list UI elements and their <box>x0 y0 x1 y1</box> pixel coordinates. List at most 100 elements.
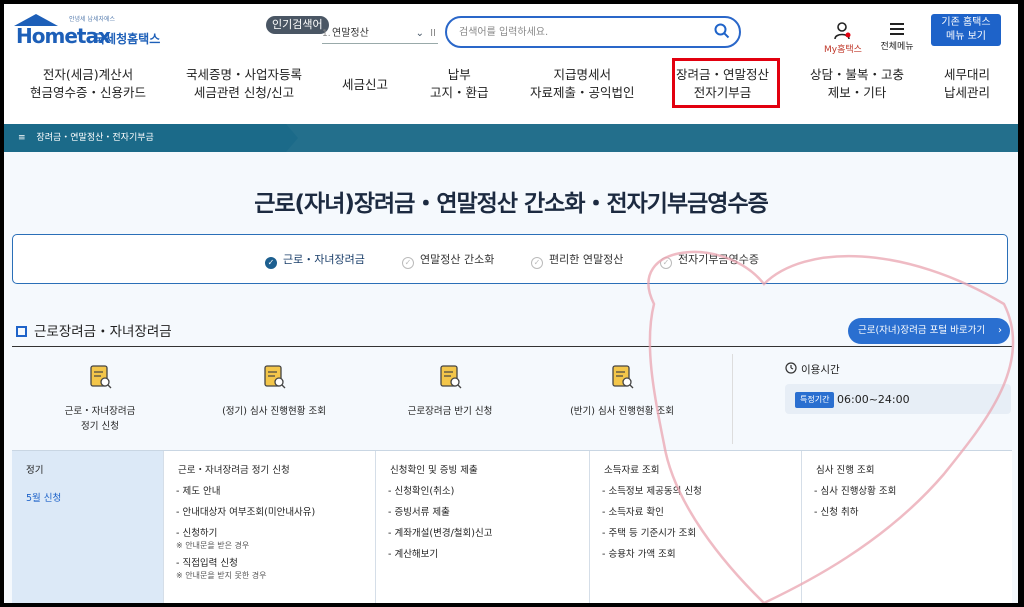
page-title: 근로(자녀)장려금・연말정산 간소화・전자기부금영수증 <box>254 191 769 217</box>
clock-icon <box>785 362 797 374</box>
menu-link[interactable]: - 신청 취하 <box>814 502 1012 523</box>
hometax-logo[interactable]: 안녕세 납세자에스 Hometax 국세청홈택스 <box>14 14 164 50</box>
service-half-status[interactable]: (반기) 심사 진행현황 조회 <box>552 364 692 419</box>
portal-shortcut-button[interactable]: 근로(자녀)장려금 포털 바로가기 › <box>848 318 1010 344</box>
nav-label: 국세증명・사업자등록 <box>186 67 303 82</box>
menu-link[interactable]: - 안내대상자 여부조회(미안내사유) <box>176 502 375 523</box>
menu-link[interactable]: - 소득자료 확인 <box>602 502 801 523</box>
nav-item-certificate[interactable]: 국세증명・사업자등록 세금관련 신청/신고 <box>186 66 302 102</box>
usage-badge: 특정기간 <box>795 392 835 408</box>
nav-label: 납부 <box>447 67 471 82</box>
menu-link[interactable]: - 제도 안내 <box>176 481 375 502</box>
breadcrumb-arrow <box>286 124 298 152</box>
old-hometax-line2: 메뉴 보기 <box>946 31 986 42</box>
old-hometax-line1: 기존 홈택스 <box>941 17 991 28</box>
document-search-icon <box>90 365 112 389</box>
apply-column: 근로・자녀장려금 정기 신청 - 제도 안내 - 안내대상자 여부조회(미안내사… <box>164 451 376 603</box>
service-label: 정기 신청 <box>81 421 119 432</box>
user-icon <box>834 22 851 40</box>
service-regular-status[interactable]: (정기) 심사 진행현황 조회 <box>204 364 344 419</box>
search-icon[interactable] <box>714 23 730 39</box>
tab-label: 연말정산 간소화 <box>420 253 495 266</box>
browser-page: 안녕세 납세자에스 Hometax 국세청홈택스 인기검색어 1. 연말정산 ⌄… <box>4 4 1018 603</box>
nav-label: 상담・불복・고충 <box>810 67 905 82</box>
logo-slogan: 안녕세 납세자에스 <box>69 16 116 23</box>
section-title: 근로장려금・자녀장려금 <box>16 320 172 340</box>
menu-link[interactable]: - 직접입력 신청 ※ 안내문을 받지 못한 경우 <box>176 553 375 581</box>
income-head: 소득자료 조회 <box>604 465 660 476</box>
tab-donation-receipt[interactable]: ✓ 전자기부금영수증 <box>660 251 759 269</box>
menu-link[interactable]: - 증빙서류 제출 <box>388 502 589 523</box>
service-half-apply[interactable]: 근로장려금 반기 신청 <box>380 364 520 419</box>
usage-time-label: 이용시간 <box>801 364 840 376</box>
chevron-down-icon[interactable]: ⌄ <box>416 24 424 44</box>
check-icon: ✓ <box>402 257 414 269</box>
menu-note: ※ 안내문을 받지 못한 경우 <box>176 571 267 580</box>
tab-bar: ✓ 근로・자녀장려금 ✓ 연말정산 간소화 ✓ 편리한 연말정산 ✓ 전자기부금영수증 <box>12 234 1008 284</box>
menu-link[interactable]: - 계산해보기 <box>388 544 589 565</box>
popular-value: 연말정산 <box>332 28 369 39</box>
sub-bar: ≡ 장려금・연말정산・전자기부금 <box>4 124 1018 152</box>
tab-label: 전자기부금영수증 <box>678 253 759 266</box>
usage-time-value: 06:00~24:00 <box>837 393 910 406</box>
all-menu-button[interactable]: 전체메뉴 <box>872 22 922 56</box>
chevron-right-icon: › <box>998 325 1002 336</box>
nav-label: 현금영수증・신용카드 <box>30 85 147 100</box>
tab-incentive[interactable]: ✓ 근로・자녀장려금 <box>265 251 365 269</box>
menu-link[interactable]: - 소득정보 제공동의 신청 <box>602 481 801 502</box>
breadcrumb[interactable]: ≡ 장려금・연말정산・전자기부금 <box>4 124 286 152</box>
menu-icon: ≡ <box>18 133 26 143</box>
confirm-head: 신청확인 및 증빙 제출 <box>390 465 478 476</box>
nav-item-tax-agent[interactable]: 세무대리 납세관리 <box>944 66 990 102</box>
square-bullet-icon <box>16 326 27 337</box>
nav-label: 세금관련 신청/신고 <box>193 85 295 100</box>
period-sub[interactable]: 5월 신청 <box>12 489 163 509</box>
menu-link-label: - 신청하기 <box>176 528 218 539</box>
section-divider <box>12 346 1012 347</box>
menu-link[interactable]: - 승용차 가액 조회 <box>602 544 801 565</box>
nav-label: 납세관리 <box>944 85 991 100</box>
service-regular-apply[interactable]: 근로・자녀장려금 정기 신청 <box>30 364 170 434</box>
service-menu-table: 정기 5월 신청 근로・자녀장려금 정기 신청 - 제도 안내 - 안내대상자 … <box>12 450 1012 603</box>
myhome-label: My홈택스 <box>824 45 862 55</box>
nav-label: 전자(세금)계산서 <box>42 67 134 82</box>
tab-label: 근로・자녀장려금 <box>283 253 365 266</box>
menu-link[interactable]: - 주택 등 기준시가 조회 <box>602 523 801 544</box>
old-hometax-button[interactable]: 기존 홈택스 메뉴 보기 <box>931 14 1001 46</box>
income-column: 소득자료 조회 - 소득정보 제공동의 신청 - 소득자료 확인 - 주택 등 … <box>590 451 802 603</box>
nav-item-payment[interactable]: 납부 고지・환급 <box>430 66 489 102</box>
menu-link[interactable]: - 계좌개설(변경/철회)신고 <box>388 523 589 544</box>
period-head: 정기 <box>26 465 44 476</box>
apply-head: 근로・자녀장려금 정기 신청 <box>178 465 290 476</box>
search-input[interactable] <box>459 23 699 41</box>
nav-item-e-invoice[interactable]: 전자(세금)계산서 현금영수증・신용카드 <box>30 66 146 102</box>
section-title-text: 근로장려금・자녀장려금 <box>34 324 172 340</box>
nav-item-statement[interactable]: 지급명세서 자료제출・공익법인 <box>530 66 635 102</box>
nav-item-consult[interactable]: 상담・불복・고충 제보・기타 <box>810 66 904 102</box>
nav-highlight-box <box>672 58 780 108</box>
document-search-icon <box>612 365 634 389</box>
myhome-button[interactable]: My홈택스 <box>818 22 868 56</box>
header: 안녕세 납세자에스 Hometax 국세청홈택스 인기검색어 1. 연말정산 ⌄… <box>4 4 1018 124</box>
popular-search-label: 인기검색어 <box>266 16 329 34</box>
check-icon: ✓ <box>531 257 543 269</box>
service-label: (정기) 심사 진행현황 조회 <box>222 406 326 417</box>
nav-label: 세금신고 <box>342 77 389 92</box>
popular-search-select[interactable]: 1. 연말정산 ⌄ II <box>322 24 438 44</box>
confirm-column: 신청확인 및 증빙 제출 - 신청확인(취소) - 증빙서류 제출 - 계좌개설… <box>376 451 590 603</box>
document-search-icon <box>264 365 286 389</box>
nav-label: 세무대리 <box>944 67 991 82</box>
tab-label: 편리한 연말정산 <box>549 253 624 266</box>
nav-item-tax-report[interactable]: 세금신고 <box>342 76 388 94</box>
menu-link[interactable]: - 심사 진행상황 조회 <box>814 481 1012 502</box>
menu-link[interactable]: - 신청확인(취소) <box>388 481 589 502</box>
tab-simplified[interactable]: ✓ 연말정산 간소화 <box>402 251 494 269</box>
review-head: 심사 진행 조회 <box>816 465 875 476</box>
menu-note: ※ 안내문을 받은 경우 <box>176 541 250 550</box>
tab-easy-settlement[interactable]: ✓ 편리한 연말정산 <box>531 251 623 269</box>
check-icon: ✓ <box>265 257 277 269</box>
all-menu-label: 전체메뉴 <box>880 42 914 52</box>
search-box <box>445 16 741 48</box>
pause-icon[interactable]: II <box>430 24 436 44</box>
menu-link[interactable]: - 신청하기 ※ 안내문을 받은 경우 <box>176 523 375 551</box>
